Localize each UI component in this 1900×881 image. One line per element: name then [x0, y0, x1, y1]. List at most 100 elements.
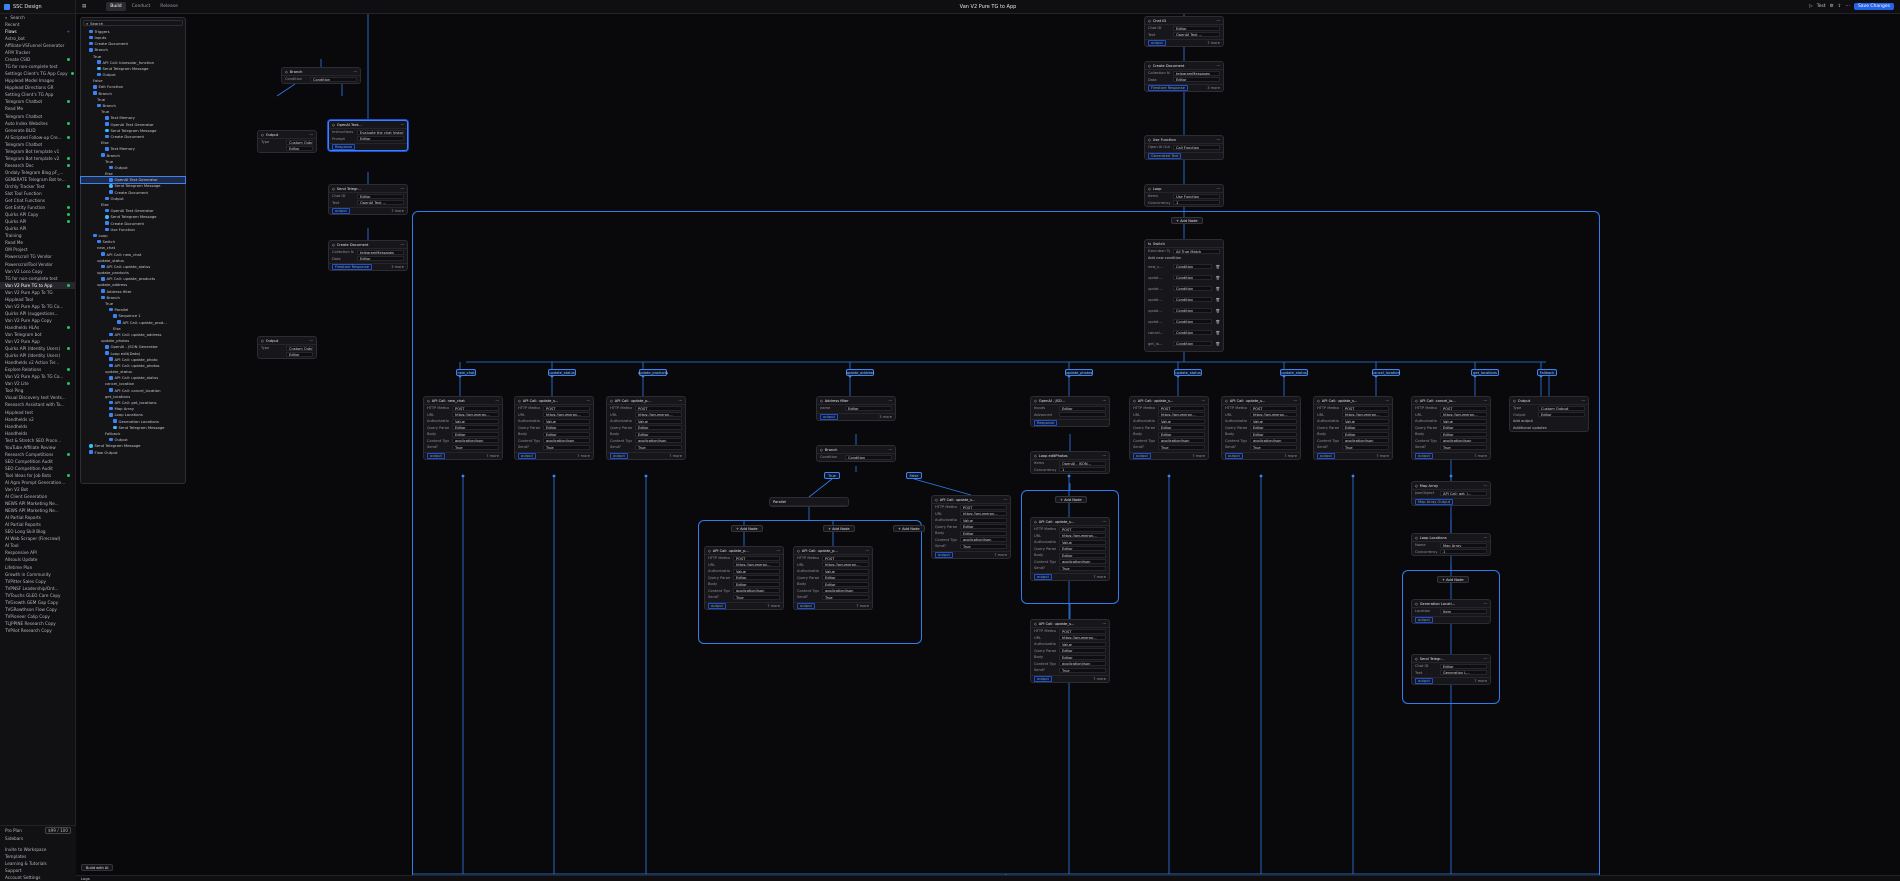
output-chip[interactable]: output	[610, 452, 628, 459]
node-menu-icon[interactable]: ⋯	[400, 123, 404, 127]
field-value[interactable]: https://anumeron...	[733, 562, 780, 568]
tab-release[interactable]: Release	[156, 2, 182, 11]
field-value[interactable]: POST	[543, 405, 590, 411]
field-value[interactable]: POST	[960, 504, 1007, 510]
flow-node[interactable]: ◇ API Call: update_s... ⋯ HTTP Method POST UR…	[1313, 396, 1393, 460]
sidebar-flow-item[interactable]: TVPNSF Leadership/Ont...	[0, 585, 75, 592]
sidebar-flow-item[interactable]: Hipplead Directions GR	[0, 84, 75, 91]
field-value[interactable]: Editor	[1158, 431, 1205, 437]
node-menu-icon[interactable]: ⋯	[1483, 399, 1487, 403]
field-value[interactable]: Condition	[310, 76, 357, 82]
condition-value[interactable]: Condition	[1173, 275, 1213, 280]
sidebar-flow-item[interactable]: Astro_bot	[0, 35, 75, 42]
sidebar-flow-item[interactable]: Ondaly Telegram Blog pF_...	[0, 169, 75, 176]
output-chip[interactable]: output	[708, 602, 726, 609]
sidebar-flow-item[interactable]: Allsouls Update	[0, 556, 75, 563]
flow-node[interactable]: ◇ API Call: update_p... ⋯ HTTP Method POST UR…	[704, 546, 784, 610]
node-menu-icon[interactable]: ⋯	[1581, 399, 1585, 403]
field-value[interactable]: POST	[1158, 405, 1205, 411]
flow-node[interactable]: ◇ OpenAI - JSO... ⋯ Inputs Editor Advanced Res…	[1030, 396, 1110, 427]
field-value[interactable]: 1	[1440, 549, 1487, 555]
sidebar-flow-item[interactable]: Van V2 Lite	[0, 380, 75, 387]
footer-item[interactable]: Learning & Tutorials	[0, 860, 76, 867]
sidebar-recent[interactable]: Recent	[0, 21, 75, 28]
delete-icon[interactable]: 🗑	[1215, 298, 1220, 302]
field-value[interactable]: application/json	[1158, 438, 1205, 444]
sidebar-flow-item[interactable]: Research Assistant with Ta...	[0, 401, 75, 408]
node-menu-icon[interactable]: ⋯	[1483, 484, 1487, 488]
field-value[interactable]: Use Function	[1173, 193, 1220, 199]
field-value[interactable]: POST	[452, 405, 499, 411]
node-menu-icon[interactable]: ⋯	[678, 399, 682, 403]
more-outputs[interactable]: 7 more	[1207, 41, 1220, 45]
condition-value[interactable]: Condition	[1173, 308, 1213, 313]
sidebar-flow-item[interactable]: Tool Ideas for Job Bots	[0, 472, 75, 479]
field-value[interactable]: True	[960, 543, 1007, 549]
more-outputs[interactable]: 7 more	[577, 454, 590, 458]
sidebar-flow-item[interactable]: Quirks API	[0, 225, 75, 232]
field-value[interactable]: True	[1158, 444, 1205, 450]
output-chip[interactable]: output	[1133, 452, 1151, 459]
field-value[interactable]: https://anumeron...	[1250, 412, 1297, 418]
sidebar-flow-item[interactable]: Van V2 Pure App To TG Co...	[0, 373, 75, 380]
node-menu-icon[interactable]: ⋯	[1483, 536, 1487, 540]
field-value[interactable]: Value	[543, 418, 590, 424]
sidebar-flow-item[interactable]: Quirks API (Identity Users)	[0, 345, 75, 352]
field-value[interactable]: Editor	[452, 425, 499, 431]
field-value[interactable]: Value	[452, 418, 499, 424]
field-value[interactable]: POST	[1342, 405, 1389, 411]
field-value[interactable]: POST	[1059, 526, 1106, 532]
field-value[interactable]: Editor	[1250, 425, 1297, 431]
sidebar-search[interactable]: ⌕ Search	[0, 14, 75, 21]
sidebar-flow-item[interactable]: Van V2 Pure App To TG	[0, 289, 75, 296]
add-node-button[interactable]: + Add Node	[1171, 217, 1203, 224]
collapse-icon[interactable]: ▤	[82, 4, 86, 9]
field-value[interactable]: application/json	[452, 438, 499, 444]
sidebar-flow-item[interactable]: Quirks API	[0, 218, 75, 225]
field-value[interactable]: POST	[733, 555, 780, 561]
additional-updates[interactable]: Additional updates	[1510, 425, 1588, 432]
field-value[interactable]: Editor	[286, 352, 313, 358]
sidebar-flow-item[interactable]: Training	[0, 232, 75, 239]
case-pill[interactable]: cancel_location	[1372, 369, 1400, 376]
field-value[interactable]: application/json	[1059, 661, 1106, 667]
output-chip[interactable]: output	[1225, 452, 1243, 459]
plan-row[interactable]: Pro Plan $99 / 100	[0, 826, 76, 835]
add-flow-icon[interactable]: +	[66, 29, 70, 34]
field-value[interactable]: https://anumeron...	[1342, 412, 1389, 418]
delete-icon[interactable]: 🗑	[1215, 287, 1220, 291]
sidebar-flow-item[interactable]: AI Agro Prompt Generation...	[0, 479, 75, 486]
output-chip[interactable]: output	[1415, 452, 1433, 459]
sidebar-flow-item[interactable]: AI Web Scraper (Firecrawl)	[0, 535, 75, 542]
field-value[interactable]: application/json	[1250, 438, 1297, 444]
flow-node[interactable]: ◇Output ⋯ Type Custom OutputEditor	[257, 130, 317, 153]
field-value[interactable]: POST	[1440, 405, 1487, 411]
true-pill[interactable]: True	[824, 472, 840, 479]
field-value[interactable]: POST	[1059, 628, 1106, 634]
sidebar-flow-item[interactable]: TVTouchs GLEO Care Copy	[0, 592, 75, 599]
node-menu-icon[interactable]: ⋯	[400, 187, 404, 191]
node-menu-icon[interactable]: ⋯	[1216, 187, 1220, 191]
sidebar-flow-item[interactable]: SEO Long Skill Blog	[0, 528, 75, 535]
field-value[interactable]: Custom Output	[1538, 405, 1585, 411]
flow-node[interactable]: ◇ Map Array ⋯ JsonObject API Call: get_l... M…	[1411, 481, 1491, 506]
sidebar-flow-item[interactable]: Setting Client's TG App	[0, 91, 75, 98]
field-value[interactable]: Editor	[543, 431, 590, 437]
sidebar-flow-item[interactable]: TG for non-complete test	[0, 275, 75, 282]
flow-node[interactable]: ◇ OpenAI Text... ⋯ Instructions Evaluate the…	[328, 120, 408, 151]
field-value[interactable]: Editor	[452, 431, 499, 437]
field-value[interactable]: All True Match	[1173, 248, 1220, 254]
case-pill[interactable]: Fallback	[1537, 369, 1557, 376]
field-value[interactable]: Map Array	[1440, 542, 1487, 548]
sidebar-flow-item[interactable]: Growth in Community	[0, 571, 75, 578]
output-chip[interactable]: output	[820, 413, 838, 420]
flow-canvas[interactable]: + Add Node ⇆Switch Execution TypeAll Tru…	[76, 14, 1900, 881]
field-value[interactable]: https://anumeron...	[822, 562, 869, 568]
field-value[interactable]: application/json	[733, 588, 780, 594]
condition-value[interactable]: Condition	[1173, 319, 1213, 324]
sidebar-flow-item[interactable]: TVGRowthson Flow Copy	[0, 606, 75, 613]
field-value[interactable]: True	[733, 594, 780, 600]
node-menu-icon[interactable]: ⋯	[865, 549, 869, 553]
sidebar-flow-item[interactable]: AI Partial Reports	[0, 521, 75, 528]
field-value[interactable]: Editor	[1440, 425, 1487, 431]
